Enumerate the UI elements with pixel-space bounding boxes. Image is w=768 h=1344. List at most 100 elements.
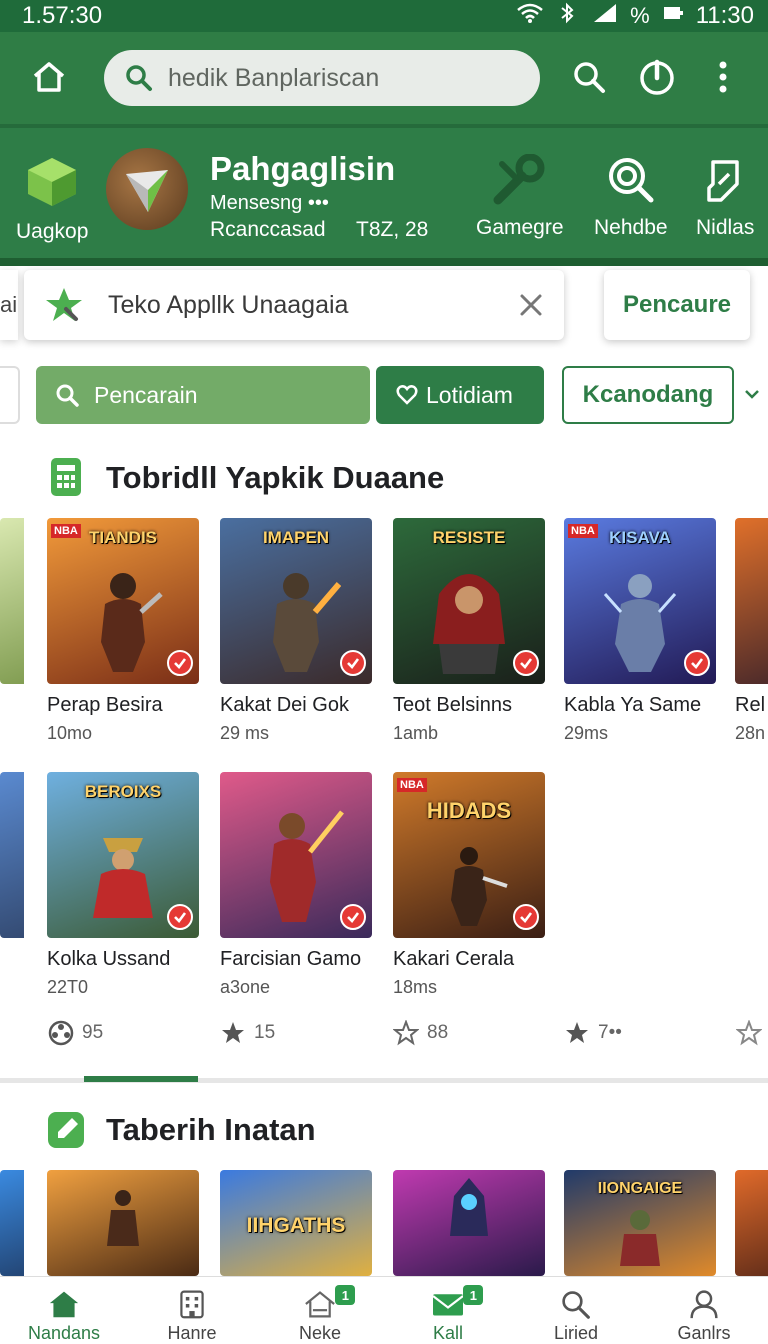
game-name: Kakat Dei Gok xyxy=(220,694,349,716)
game-card[interactable]: Farcisian Gamo a3one xyxy=(220,772,372,998)
game-card[interactable]: Rel 28n xyxy=(735,518,768,744)
power-button[interactable] xyxy=(634,54,680,100)
game-name: Teot Belsinns xyxy=(393,694,512,716)
search-button[interactable] xyxy=(566,54,612,100)
filter-peek[interactable] xyxy=(0,366,20,424)
game-card[interactable] xyxy=(0,772,24,938)
rating-item: 15 xyxy=(220,1020,275,1046)
nav-badge: 1 xyxy=(335,1285,356,1305)
featured-title[interactable]: Pahgaglisin xyxy=(210,150,395,188)
game-card[interactable] xyxy=(393,1170,545,1276)
star-filled-icon xyxy=(222,1022,244,1043)
game-name: Rel xyxy=(735,694,766,716)
section-title: Tobridll Yapkik Duaane xyxy=(106,460,445,495)
game-card[interactable]: NBA HIDADS Kakari Cerala 18ms xyxy=(393,772,545,998)
shortcut-nehdbe[interactable]: Nehdbe xyxy=(594,154,668,240)
installed-check-icon xyxy=(684,650,710,676)
game-art: RESISTE xyxy=(393,518,545,684)
rating-item: 7•• xyxy=(564,1020,622,1046)
game-card[interactable] xyxy=(47,1170,199,1276)
nav-label: Hanre xyxy=(167,1323,217,1343)
game-art xyxy=(220,772,372,938)
notice-close-button[interactable] xyxy=(516,290,546,320)
battery-icon xyxy=(662,2,684,30)
game-name: Kabla Ya Same xyxy=(564,694,702,716)
featured-subtitle: Mensesng ••• xyxy=(210,192,329,214)
game-art xyxy=(0,518,24,684)
filter-dropdown[interactable]: Kcanodang xyxy=(562,366,734,424)
game-card[interactable] xyxy=(0,518,24,684)
game-name: Farcisian Gamo xyxy=(220,948,362,970)
game-card[interactable] xyxy=(735,1170,768,1276)
top-app-bar xyxy=(0,32,768,124)
rating-item: 88 xyxy=(393,1020,448,1046)
shortcut-label: Nehdbe xyxy=(594,216,668,239)
bluetooth-icon xyxy=(556,2,580,30)
search-icon xyxy=(56,384,79,407)
shortcut-nidlas[interactable]: Nidlas xyxy=(696,154,754,240)
heart-icon xyxy=(396,385,418,405)
nav-item-kall[interactable]: 1 Kall xyxy=(384,1277,512,1344)
installed-check-icon xyxy=(167,650,193,676)
game-card[interactable]: IIHGATHS xyxy=(220,1170,372,1276)
wrench-icon xyxy=(493,154,545,205)
filter-search-label: Pencarain xyxy=(94,381,198,408)
game-card[interactable]: NBA TIANDIS Perap Besira 10mo xyxy=(47,518,199,744)
game-meta: 29 ms xyxy=(220,723,270,743)
character-figure xyxy=(451,847,508,926)
search-input[interactable] xyxy=(168,63,528,93)
game-card[interactable]: IIONGAIGE xyxy=(564,1170,716,1276)
game-art: NBA KISAVA xyxy=(564,518,716,684)
game-meta: 1amb xyxy=(393,723,439,743)
banner-app-left[interactable]: Uagkop xyxy=(16,154,88,244)
featured-banner: Uagkop Pahgaglisin Mensesng ••• Rcanccas… xyxy=(0,124,768,262)
game-art-title: BEROIXS xyxy=(84,782,162,801)
installed-check-icon xyxy=(513,904,539,930)
game-card[interactable]: RESISTE Teot Belsinns 1amb xyxy=(393,518,545,744)
nav-item-ganlrs[interactable]: Ganlrs xyxy=(640,1277,768,1344)
game-art-title: IIONGAIGE xyxy=(597,1180,683,1197)
notice-text: Teko Appllk Unaagaia xyxy=(108,290,349,319)
shortcut-gamegre[interactable]: Gamegre xyxy=(476,154,564,240)
featured-category: Rcanccasad xyxy=(210,218,326,241)
installed-check-icon xyxy=(167,904,193,930)
banner-app-left-label: Uagkop xyxy=(16,220,89,243)
notice-peek-card[interactable]: ai xyxy=(0,270,18,340)
nav-item-home[interactable]: Nandans xyxy=(0,1277,128,1344)
game-card[interactable]: NBA KISAVA Kabla Ya Same 29ms xyxy=(564,518,716,744)
search-bar[interactable] xyxy=(104,50,540,106)
reel-icon xyxy=(48,1020,74,1046)
cube-icon xyxy=(28,158,77,206)
character-figure xyxy=(273,573,341,672)
game-card[interactable]: BEROIXS Kolka Ussand 22T0 xyxy=(47,772,199,998)
mail-icon xyxy=(432,1294,464,1316)
installed-check-icon xyxy=(340,904,366,930)
notice-card[interactable]: Teko Appllk Unaagaia xyxy=(24,270,564,340)
game-card[interactable]: IMAPEN Kakat Dei Gok 29 ms xyxy=(220,518,372,744)
game-art: IMAPEN xyxy=(220,518,372,684)
nav-item-neke[interactable]: 1 Neke xyxy=(256,1277,384,1344)
home-button[interactable] xyxy=(24,52,74,102)
nav-badge: 1 xyxy=(463,1285,484,1305)
scan-icon xyxy=(608,158,654,203)
game-card[interactable] xyxy=(0,1170,24,1276)
nav-item-hanre[interactable]: Hanre xyxy=(128,1277,256,1344)
banner-shadow xyxy=(0,258,768,266)
nav-item-liried[interactable]: Liried xyxy=(512,1277,640,1344)
filter-search-chip[interactable]: Pencarain xyxy=(36,366,370,424)
overflow-menu-button[interactable] xyxy=(700,54,746,100)
featured-app-icon[interactable] xyxy=(106,148,188,230)
game-art: NBA HIDADS xyxy=(393,772,545,938)
game-art-title: KISAVA xyxy=(609,528,671,547)
notice-action-button[interactable]: Pencaure xyxy=(604,270,750,340)
chevron-down-icon[interactable] xyxy=(742,384,762,404)
filter-favorite-chip[interactable]: Lotidiam xyxy=(376,366,544,424)
search-icon xyxy=(126,65,152,91)
installed-check-icon xyxy=(340,650,366,676)
notice-peek-text: ai xyxy=(0,292,18,317)
game-meta: a3one xyxy=(220,977,271,997)
star-filled-icon xyxy=(566,1022,588,1043)
shortcut-label: Gamegre xyxy=(476,216,564,239)
person-icon xyxy=(690,1290,718,1319)
status-clock: 11:30 xyxy=(695,2,754,29)
